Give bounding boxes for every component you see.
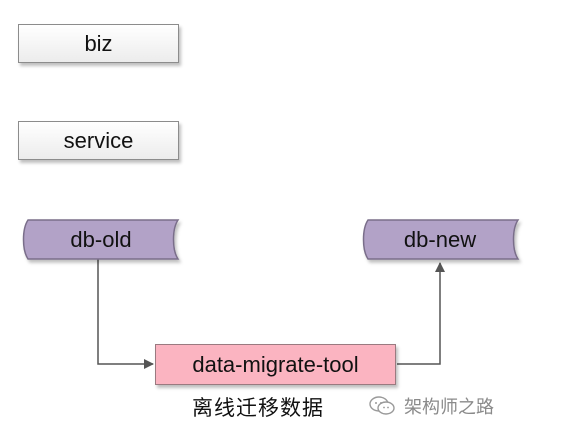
db-old-label: db-old [70, 227, 131, 252]
watermark-text: 架构师之路 [404, 397, 494, 418]
db-new-label: db-new [404, 227, 476, 252]
migration-caption: 离线迁移数据 [192, 396, 324, 420]
watermark: 架构师之路 [368, 393, 494, 419]
tool-to-new-db-arrow [397, 262, 445, 365]
data-migrate-tool-box: data-migrate-tool [155, 344, 396, 385]
old-db-to-tool-arrow [97, 258, 154, 369]
data-migrate-tool-label: data-migrate-tool [192, 351, 359, 377]
wechat-icon [369, 396, 395, 415]
